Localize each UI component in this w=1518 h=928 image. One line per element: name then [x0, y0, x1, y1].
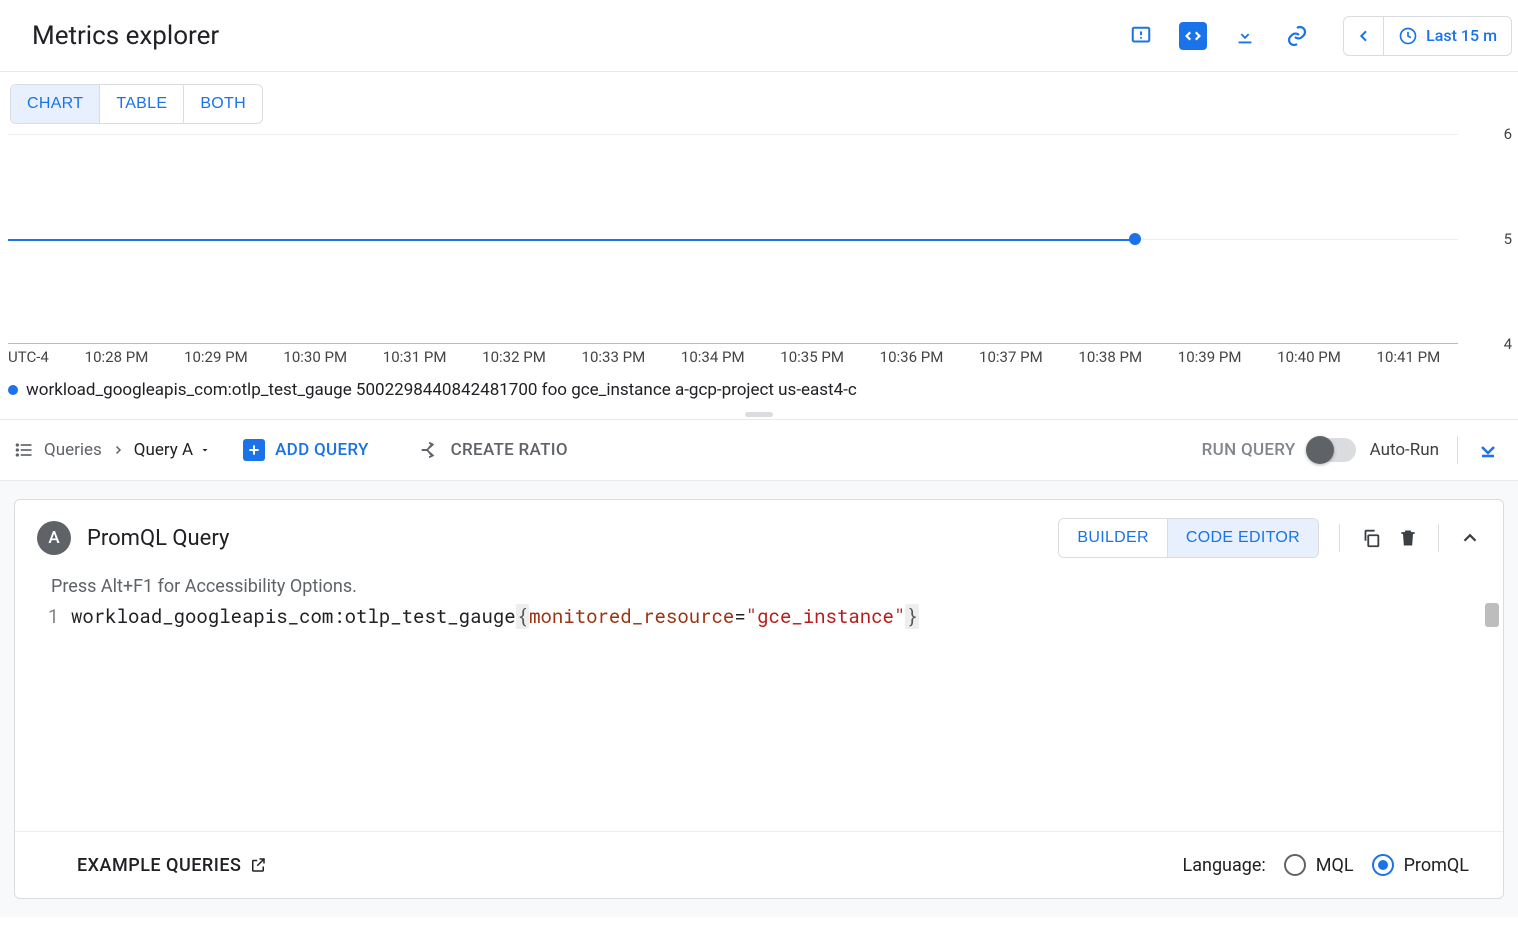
- x-tick: 10:41 PM: [1359, 348, 1458, 366]
- link-icon[interactable]: [1283, 22, 1311, 50]
- x-tick: 10:30 PM: [266, 348, 365, 366]
- divider: [1339, 524, 1340, 552]
- query-card: A PromQL Query BUILDER CODE EDITOR Press…: [14, 499, 1504, 899]
- code-editor[interactable]: 1 workload_googleapis_com:otlp_test_gaug…: [15, 601, 1503, 831]
- code-icon[interactable]: [1179, 22, 1207, 50]
- x-tick: 10:28 PM: [67, 348, 166, 366]
- chart: 6 5 4 UTC-4 10:28 PM 10:29 PM 10:30 PM 1…: [0, 106, 1518, 406]
- delete-icon[interactable]: [1398, 527, 1418, 549]
- example-queries-link[interactable]: EXAMPLE QUERIES: [77, 855, 267, 876]
- x-tick: 10:32 PM: [464, 348, 563, 366]
- editor-mode-toggle: BUILDER CODE EDITOR: [1058, 518, 1319, 558]
- add-query-button[interactable]: ADD QUERY: [243, 439, 369, 461]
- breadcrumb: Queries Query A: [14, 440, 211, 460]
- app-header: Metrics explorer Last 15 m: [0, 0, 1518, 72]
- plus-icon: [243, 439, 265, 461]
- token-equals: =: [734, 604, 745, 629]
- token-label-key: monitored_resource: [529, 604, 734, 629]
- x-tick: 10:34 PM: [663, 348, 762, 366]
- radio-promql[interactable]: [1372, 854, 1394, 876]
- divider: [1438, 524, 1439, 552]
- time-range-label: Last 15 m: [1426, 26, 1497, 45]
- query-card-footer: EXAMPLE QUERIES Language: MQL PromQL: [15, 831, 1503, 898]
- x-tick: 10:36 PM: [862, 348, 961, 366]
- query-card-title: PromQL Query: [87, 526, 229, 551]
- scrollbar-thumb[interactable]: [1485, 603, 1499, 627]
- x-tick: 10:37 PM: [961, 348, 1060, 366]
- x-tick: 10:35 PM: [762, 348, 861, 366]
- time-range-picker: Last 15 m: [1343, 16, 1512, 56]
- dropdown-icon: [199, 444, 211, 456]
- chart-legend[interactable]: workload_googleapis_com:otlp_test_gauge …: [8, 380, 857, 400]
- y-tick: 6: [1504, 125, 1512, 143]
- accessibility-hint: Press Alt+F1 for Accessibility Options.: [15, 576, 1503, 601]
- query-badge: A: [37, 521, 71, 555]
- run-query-button[interactable]: RUN QUERY: [1202, 440, 1296, 460]
- legend-swatch: [8, 385, 18, 395]
- x-tick: 10:40 PM: [1259, 348, 1358, 366]
- y-tick: 4: [1504, 335, 1512, 353]
- collapse-card-button[interactable]: [1459, 527, 1481, 549]
- language-mql[interactable]: MQL: [1284, 854, 1354, 876]
- resize-handle[interactable]: [745, 412, 773, 417]
- copy-icon[interactable]: [1360, 527, 1382, 549]
- create-ratio-button[interactable]: CREATE RATIO: [419, 439, 568, 461]
- collapse-all-button[interactable]: [1476, 438, 1500, 462]
- chart-section: CHART TABLE BOTH 6 5 4 UTC-4 10:28 PM 10…: [0, 71, 1518, 420]
- x-tick: 10:39 PM: [1160, 348, 1259, 366]
- breadcrumb-root[interactable]: Queries: [44, 440, 102, 460]
- x-tick: 10:38 PM: [1061, 348, 1160, 366]
- token-string: "gce_instance": [746, 604, 906, 629]
- ratio-icon: [419, 439, 441, 461]
- token-metric: workload_googleapis_com:otlp_test_gauge: [71, 604, 516, 629]
- time-range-button[interactable]: Last 15 m: [1384, 26, 1511, 46]
- code-editor-mode-button[interactable]: CODE EDITOR: [1167, 519, 1318, 557]
- line-gutter: 1: [41, 603, 71, 819]
- token-brace: }: [905, 604, 918, 629]
- page-title: Metrics explorer: [32, 21, 219, 51]
- builder-mode-button[interactable]: BUILDER: [1059, 519, 1166, 557]
- y-tick: 5: [1504, 230, 1512, 248]
- x-tick: 10:29 PM: [166, 348, 265, 366]
- feedback-icon[interactable]: [1127, 22, 1155, 50]
- x-tick: 10:33 PM: [564, 348, 663, 366]
- auto-run-toggle[interactable]: [1310, 438, 1356, 462]
- chart-last-point: [1129, 233, 1141, 245]
- header-actions: Last 15 m: [1127, 16, 1518, 56]
- chevron-right-icon: [112, 444, 124, 456]
- query-card-header: A PromQL Query BUILDER CODE EDITOR: [15, 500, 1503, 576]
- language-selector: Language: MQL PromQL: [1183, 854, 1469, 876]
- download-icon[interactable]: [1231, 22, 1259, 50]
- language-label: Language:: [1183, 855, 1266, 876]
- chart-plot[interactable]: 6 5 4: [8, 134, 1458, 344]
- timezone-label: UTC-4: [8, 348, 49, 366]
- legend-label: workload_googleapis_com:otlp_test_gauge …: [26, 380, 857, 400]
- code-line: workload_googleapis_com:otlp_test_gauge{…: [71, 603, 919, 819]
- chart-line-series-0: [8, 239, 1135, 241]
- external-link-icon: [249, 856, 267, 874]
- line-number: 1: [41, 603, 59, 631]
- language-promql[interactable]: PromQL: [1372, 854, 1469, 876]
- x-tick: 10:31 PM: [365, 348, 464, 366]
- auto-run-label: Auto-Run: [1370, 440, 1439, 460]
- time-range-prev-button[interactable]: [1344, 17, 1384, 55]
- radio-mql[interactable]: [1284, 854, 1306, 876]
- query-card-area: A PromQL Query BUILDER CODE EDITOR Press…: [0, 481, 1518, 917]
- breadcrumb-current[interactable]: Query A: [134, 440, 211, 460]
- query-toolbar: Queries Query A ADD QUERY CREATE RATIO R…: [0, 420, 1518, 481]
- list-icon: [14, 440, 34, 460]
- x-axis: UTC-4 10:28 PM 10:29 PM 10:30 PM 10:31 P…: [8, 348, 1458, 366]
- token-brace: {: [516, 604, 529, 629]
- divider: [1457, 436, 1458, 464]
